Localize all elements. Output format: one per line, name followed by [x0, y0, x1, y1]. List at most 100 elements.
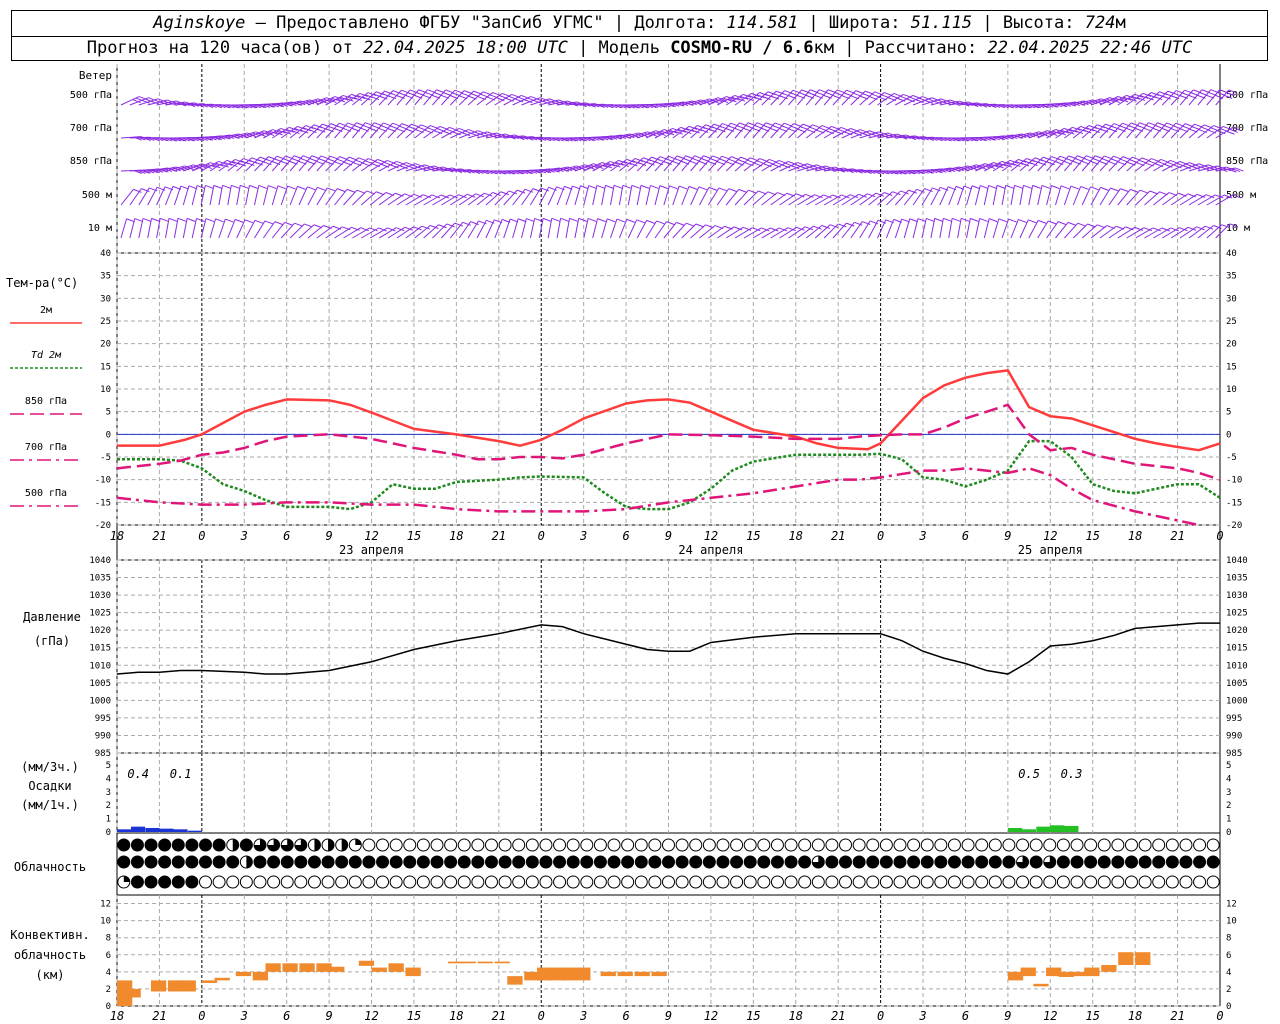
wind-barb-feather [738, 188, 747, 193]
cloud-cover-symbol [730, 855, 744, 869]
cloud-cover-symbol [512, 855, 526, 869]
cloud-cover-symbol [457, 855, 471, 869]
wind-barb-feather [659, 185, 669, 190]
legend-label: 500 гПа [25, 488, 67, 499]
cloud-cover-symbol [907, 875, 921, 889]
x-tick-label-bottom: 6 [622, 1009, 629, 1023]
convective-bar [1020, 967, 1036, 977]
x-tick-label-bottom: 9 [1004, 1009, 1011, 1023]
x-tick-label-bottom: 6 [962, 1009, 969, 1023]
cloud-cover-fill [123, 876, 130, 882]
wind-barb-shaft [494, 190, 510, 206]
cloud-cover-symbol [1152, 875, 1166, 889]
wind-barb-feather [177, 217, 187, 222]
cloud-cover-symbol [389, 875, 403, 889]
cloud-cover-fill [328, 839, 335, 851]
x-tick-label-bottom: 21 [831, 1009, 845, 1023]
convective-bar [1101, 965, 1117, 972]
conv-tick-left: 4 [106, 968, 111, 978]
convective-bar [299, 963, 315, 972]
wind-barb-shaft [1090, 123, 1106, 139]
temp-tick-right: 15 [1226, 362, 1237, 372]
wind-barb-feather [1067, 221, 1077, 226]
pres-tick-left: 985 [95, 749, 111, 759]
wind-barb-feather [1008, 218, 1017, 223]
pres-tick-left: 1025 [89, 609, 111, 619]
wind-barb-feather [196, 185, 206, 190]
cloud-cover-symbol [852, 838, 866, 852]
pres-tick-left: 1010 [89, 661, 111, 671]
cloud-cover-symbol [144, 838, 158, 852]
cloud-cover-symbol [988, 855, 1002, 869]
wind-barb-shaft [966, 185, 973, 206]
wind-barb-feather [231, 184, 240, 189]
cloud-cover-symbol [798, 838, 812, 852]
wind-barb-shaft [788, 193, 806, 206]
wind-barb-feather [606, 218, 616, 223]
cloud-cover-symbol [1097, 875, 1111, 889]
cloud-cover-symbol [1206, 855, 1220, 869]
conv-tick-right: 0 [1226, 1002, 1231, 1012]
wind-barb-feather [1110, 187, 1119, 192]
wind-barb-feather [297, 185, 306, 190]
wind-barb-feather [676, 221, 685, 226]
convective-bar [494, 961, 510, 964]
x-tick-label-bottom: 12 [704, 1009, 718, 1023]
cloud-cover-symbol [1029, 838, 1043, 852]
precip-total-label: 0.1 [170, 767, 192, 781]
wind-barb-shaft [1188, 225, 1206, 239]
wind-barb-feather [366, 190, 375, 195]
cloud-cover-symbol [321, 875, 335, 889]
x-tick-label: 6 [962, 529, 969, 543]
wind-level-label-left: 500 м [82, 190, 112, 201]
wind-barb-shaft [1117, 226, 1135, 239]
x-tick-label-bottom: 3 [918, 1009, 926, 1023]
wind-barb-shaft [583, 185, 590, 206]
temp-tick-right: -10 [1226, 476, 1242, 486]
cloud-cover-symbol [348, 855, 362, 869]
x-tick-label: 18 [110, 529, 124, 543]
wind-barb-feather [205, 218, 215, 223]
cloud-cover-symbol [212, 855, 226, 869]
cloud-cover-symbol [825, 838, 839, 852]
cloud-cover-symbol [757, 875, 771, 889]
cloud-cover-symbol [389, 838, 403, 852]
conv-tick-right: 10 [1226, 917, 1237, 927]
wind-barb-shaft [173, 185, 182, 206]
cloud-cover-symbol [784, 875, 798, 889]
conv-tick-right: 2 [1226, 985, 1231, 995]
x-tick-label-bottom: 18 [449, 1009, 463, 1023]
wind-barb-feather [304, 223, 313, 228]
wind-barb-shaft [387, 193, 405, 206]
x-tick-label-bottom: 0 [1216, 1009, 1223, 1023]
wind-barb-feather [622, 184, 632, 189]
wind-barb-feather [708, 186, 718, 191]
precip-tick-right: 3 [1226, 788, 1231, 798]
precip-tick-right: 4 [1226, 774, 1231, 784]
wind-barb-shaft [512, 218, 519, 239]
convective-bar [651, 971, 667, 977]
cloud-cover-symbol [444, 838, 458, 852]
wind-barb-feather [646, 219, 655, 224]
wind-barb-feather [631, 184, 641, 189]
cloud-cover-symbol [634, 875, 648, 889]
x-tick-label: 21 [831, 529, 845, 543]
cloud-cover-symbol [947, 855, 961, 869]
temp-tick-right: 0 [1226, 430, 1231, 440]
cloud-cover-symbol [662, 838, 675, 852]
cloud-cover-symbol [662, 855, 675, 869]
wind-barb-feather [626, 218, 635, 223]
wind-barb-shaft [743, 227, 762, 239]
cloud-cover-symbol [920, 875, 934, 889]
cloud-cover-symbol [171, 875, 185, 889]
cloud-cover-symbol [280, 875, 294, 889]
wind-barb-shaft [797, 225, 814, 239]
wind-barb-feather [1087, 223, 1096, 228]
wind-level-label-left: 850 гПа [70, 156, 112, 167]
x-tick-label-bottom: 15 [1086, 1009, 1100, 1023]
pres-tick-right: 995 [1226, 714, 1242, 724]
cloud-cover-symbol [280, 855, 294, 869]
wind-barb-shaft [325, 188, 338, 206]
temp-tick-right: 10 [1226, 385, 1237, 395]
cloud-cover-symbol [430, 838, 444, 852]
